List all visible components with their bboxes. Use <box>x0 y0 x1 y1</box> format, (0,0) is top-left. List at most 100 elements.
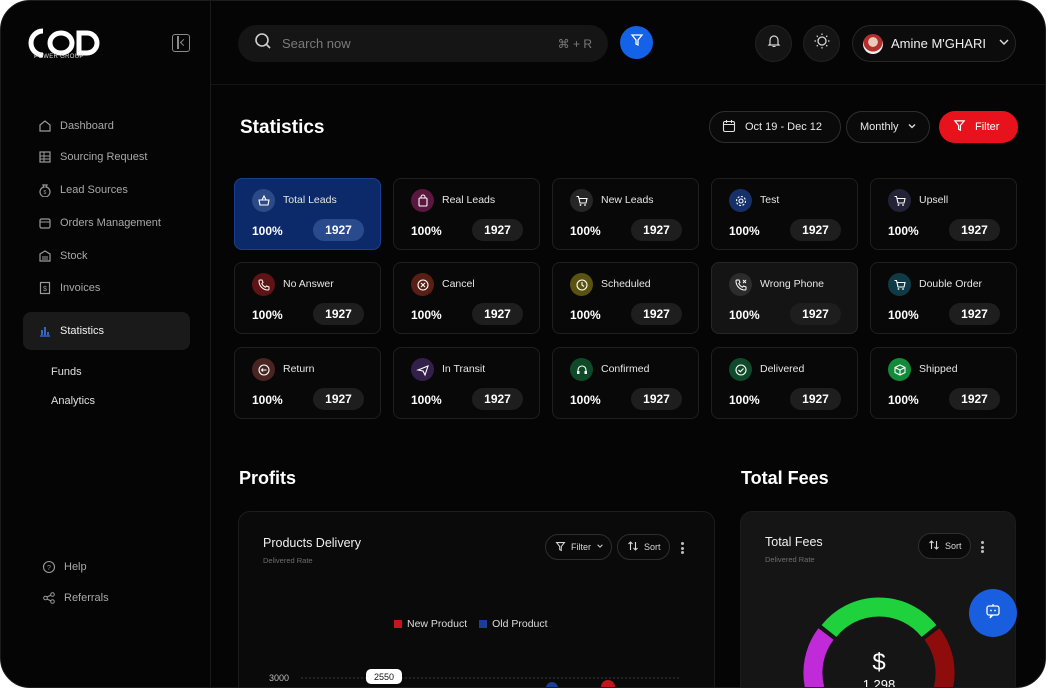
stat-card-label: Shipped <box>919 363 958 375</box>
return-icon <box>252 358 275 381</box>
theme-toggle-button[interactable] <box>803 25 840 62</box>
chevron-down-icon <box>907 121 917 134</box>
stat-card-label: In Transit <box>442 363 486 375</box>
warehouse-icon <box>37 249 52 264</box>
stat-card-count: 1927 <box>631 303 682 325</box>
period-select[interactable]: Monthly <box>846 111 930 143</box>
search-icon <box>254 32 272 55</box>
stat-card-new-leads[interactable]: New Leads 100% 1927 <box>552 178 699 250</box>
fees-sort-button[interactable]: Sort <box>918 533 971 559</box>
stat-card-percent: 100% <box>252 224 283 238</box>
stat-card-scheduled[interactable]: Scheduled 100% 1927 <box>552 262 699 334</box>
sidebar-item-sourcing-request[interactable]: Sourcing Request <box>23 142 190 172</box>
user-menu[interactable]: Amine M'GHARI <box>852 25 1016 62</box>
sidebar-item-invoices[interactable]: $ Invoices <box>23 273 190 303</box>
sidebar-item-statistics[interactable]: Statistics <box>23 312 190 350</box>
svg-text:?: ? <box>47 565 51 572</box>
stat-card-label: Scheduled <box>601 278 651 290</box>
bag-icon <box>411 189 434 212</box>
phone-off-icon <box>252 273 275 296</box>
chart-filter-label: Filter <box>571 542 591 552</box>
sidebar-item-label: Sourcing Request <box>60 151 148 163</box>
sidebar-item-label: Referrals <box>64 592 109 604</box>
more-options-icon[interactable] <box>681 542 684 554</box>
sidebar-item-label: Help <box>64 561 87 573</box>
stat-card-total-leads[interactable]: Total Leads 100% 1927 <box>234 178 381 250</box>
chat-button[interactable] <box>969 589 1017 637</box>
chevron-down-icon <box>998 36 1010 51</box>
sidebar-subitem-funds[interactable]: Funds <box>51 366 82 378</box>
notifications-button[interactable] <box>755 25 792 62</box>
date-range-button[interactable]: Oct 19 - Dec 12 <box>709 111 841 143</box>
stat-card-return[interactable]: Return 100% 1927 <box>234 347 381 419</box>
search-input[interactable] <box>282 36 542 51</box>
stat-card-shipped[interactable]: Shipped 100% 1927 <box>870 347 1017 419</box>
sidebar-subitem-analytics[interactable]: Analytics <box>51 395 95 407</box>
stat-card-count: 1927 <box>631 219 682 241</box>
stat-card-label: Cancel <box>442 278 475 290</box>
collapse-sidebar-icon[interactable] <box>172 34 190 52</box>
filter-button[interactable]: Filter <box>939 111 1018 143</box>
search-filter-button[interactable] <box>620 26 653 59</box>
stat-card-label: Delivered <box>760 363 805 375</box>
stat-card-test[interactable]: Test 100% 1927 <box>711 178 858 250</box>
sidebar-item-lead-sources[interactable]: $ Lead Sources <box>23 175 190 205</box>
sidebar-item-help[interactable]: ? Help <box>27 552 194 582</box>
stat-card-percent: 100% <box>411 393 442 407</box>
chart-legend: New Product Old Product <box>394 618 548 630</box>
fees-sort-label: Sort <box>945 541 962 551</box>
stat-card-count: 1927 <box>790 388 841 410</box>
stat-card-confirmed[interactable]: Confirmed 100% 1927 <box>552 347 699 419</box>
chart-icon <box>37 324 52 339</box>
total-fees-subtitle: Delivered Rate <box>765 555 815 564</box>
stat-card-in-transit[interactable]: In Transit 100% 1927 <box>393 347 540 419</box>
headset-icon <box>570 358 593 381</box>
stat-card-cancel[interactable]: Cancel 100% 1927 <box>393 262 540 334</box>
stat-card-count: 1927 <box>631 388 682 410</box>
stat-card-count: 1927 <box>472 388 523 410</box>
stat-card-percent: 100% <box>411 224 442 238</box>
more-options-icon[interactable] <box>981 541 984 553</box>
phone-x-icon <box>729 273 752 296</box>
sidebar-item-referrals[interactable]: Referrals <box>27 583 194 613</box>
stat-card-percent: 100% <box>411 308 442 322</box>
stat-card-label: Test <box>760 194 780 206</box>
stat-card-percent: 100% <box>729 308 760 322</box>
stat-card-label: New Leads <box>601 194 654 206</box>
stat-card-percent: 100% <box>729 224 760 238</box>
dollar-doc-icon: $ <box>37 281 52 296</box>
avatar <box>863 33 883 54</box>
sidebar-item-dashboard[interactable]: Dashboard <box>23 111 190 141</box>
total-fees-title: Total Fees <box>741 468 829 488</box>
legend-item-new-product: New Product <box>394 618 467 630</box>
total-fees-panel-title: Total Fees <box>765 535 823 549</box>
sun-icon <box>813 32 831 55</box>
chart-sort-button[interactable]: Sort <box>617 534 670 560</box>
stat-card-label: Confirmed <box>601 363 650 375</box>
sidebar-item-label: Statistics <box>60 325 105 337</box>
grid-icon <box>37 150 52 165</box>
stat-card-real-leads[interactable]: Real Leads 100% 1927 <box>393 178 540 250</box>
header-divider <box>211 84 1045 85</box>
stat-card-wrong-phone[interactable]: Wrong Phone 100% 1927 <box>711 262 858 334</box>
sidebar-item-orders-management[interactable]: Orders Management <box>23 208 190 238</box>
profits-title: Profits <box>239 468 297 488</box>
dollar-icon: $ <box>872 649 885 676</box>
stat-card-double-order[interactable]: Double Order 100% 1927 <box>870 262 1017 334</box>
chart-filter-button[interactable]: Filter <box>545 534 612 560</box>
stat-card-percent: 100% <box>888 224 919 238</box>
stat-card-percent: 100% <box>252 393 283 407</box>
stat-card-percent: 100% <box>888 308 919 322</box>
search-bar[interactable]: ⌘ + R <box>238 25 608 62</box>
filter-label: Filter <box>975 121 1000 133</box>
sidebar: POWER GROUP Dashboard Sourcing Request $… <box>1 1 211 687</box>
cart-icon <box>570 189 593 212</box>
stat-card-count: 1927 <box>790 303 841 325</box>
stat-card-no-answer[interactable]: No Answer 100% 1927 <box>234 262 381 334</box>
sidebar-item-stock[interactable]: Stock <box>23 241 190 271</box>
stat-card-delivered[interactable]: Delivered 100% 1927 <box>711 347 858 419</box>
fees-donut: $ <box>803 597 955 687</box>
stat-card-count: 1927 <box>472 219 523 241</box>
legend-item-old-product: Old Product <box>479 618 548 630</box>
stat-card-upsell[interactable]: Upsell 100% 1927 <box>870 178 1017 250</box>
